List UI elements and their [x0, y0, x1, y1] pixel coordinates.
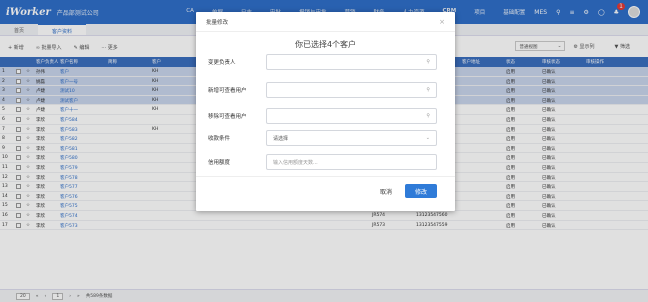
field-payment-terms: 收款条件 请选择 ⌄	[208, 130, 437, 146]
batch-edit-modal: 批量修改 × 你已选择4个客户 变更负责人 ⚲ 新增可查看用户 ⚲ 移除可查看用…	[196, 12, 455, 211]
search-icon[interactable]: ⚲	[426, 87, 430, 93]
credit-limit-input[interactable]: 输入信用额度天数...	[266, 154, 437, 170]
credit-limit-placeholder: 输入信用额度天数...	[273, 159, 318, 166]
modal-title: 批量修改	[206, 19, 229, 26]
field-remove-viewers: 移除可查看用户 ⚲	[208, 108, 437, 124]
field-label: 收款条件	[208, 136, 231, 142]
chevron-down-icon: ⌄	[425, 135, 430, 141]
modal-footer: 取消 修改	[196, 176, 455, 211]
search-icon[interactable]: ⚲	[426, 59, 430, 65]
field-label: 新增可查看用户	[208, 88, 247, 94]
field-credit-limit: 信用额度 输入信用额度天数...	[208, 154, 437, 170]
modal-header: 批量修改 ×	[196, 12, 455, 32]
close-icon[interactable]: ×	[439, 18, 445, 26]
field-label: 移除可查看用户	[208, 114, 247, 120]
field-change-owner: 变更负责人 ⚲	[208, 54, 437, 70]
change-owner-input[interactable]: ⚲	[266, 54, 437, 70]
payment-terms-value: 请选择	[273, 135, 289, 142]
remove-viewers-input[interactable]: ⚲	[266, 108, 437, 124]
payment-terms-select[interactable]: 请选择 ⌄	[266, 130, 437, 146]
add-viewers-input[interactable]: ⚲	[266, 82, 437, 98]
confirm-button[interactable]: 修改	[405, 184, 437, 198]
cancel-button[interactable]: 取消	[380, 187, 392, 196]
field-add-viewers: 新增可查看用户 ⚲	[208, 82, 437, 98]
modal-subtitle: 你已选择4个客户	[294, 40, 357, 49]
field-label: 信用额度	[208, 160, 231, 166]
field-label: 变更负责人	[208, 60, 236, 66]
search-icon[interactable]: ⚲	[426, 113, 430, 119]
